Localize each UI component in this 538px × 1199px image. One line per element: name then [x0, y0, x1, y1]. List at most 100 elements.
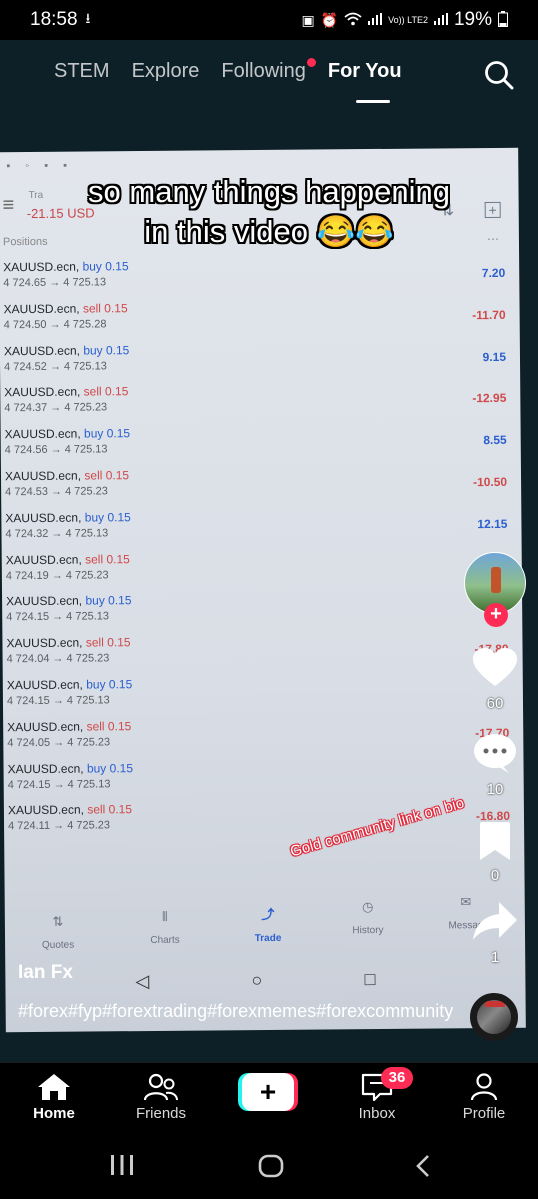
- inbox-badge: 36: [381, 1067, 413, 1089]
- trade-row: XAUUSD.ecn, buy 0.15 4 724.56 → 4 725.13 8…: [5, 423, 515, 469]
- trade-row: XAUUSD.ecn, buy 0.15 4 724.15 → 4 725.13: [6, 590, 516, 636]
- follow-button[interactable]: +: [484, 603, 508, 627]
- trade-profit: -12.95: [472, 391, 507, 406]
- alarm-icon: ⏰: [320, 11, 339, 28]
- trading-tab-charts: ⫴ Charts: [130, 909, 200, 947]
- trade-side: sell 0.15: [84, 468, 130, 483]
- trade-row: XAUUSD.ecn, sell 0.15 4 724.05 → 4 725.23…: [7, 716, 517, 762]
- trade-side: sell 0.15: [86, 718, 132, 734]
- trade-prices: 4 724.53 → 4 725.23: [5, 485, 108, 499]
- wifi-icon: [344, 12, 362, 29]
- quotes-icon: ⇅: [52, 913, 64, 929]
- home-circle-icon: ○: [251, 970, 263, 991]
- nav-inbox[interactable]: Inbox 36: [337, 1067, 417, 1122]
- charts-icon: ⫴: [162, 908, 168, 924]
- trade-prices: 4 724.32 → 4 725.13: [5, 527, 109, 541]
- trading-app-navbar: ◁ ○ □: [135, 969, 375, 992]
- action-rail: + 60 10 0 1: [464, 552, 526, 966]
- home-icon: [38, 1074, 70, 1100]
- trade-prices: 4 724.05 → 4 725.23: [7, 736, 111, 750]
- history-icon: ◷: [362, 899, 374, 915]
- recents-icon[interactable]: [110, 1154, 134, 1181]
- share-button[interactable]: 1: [464, 902, 526, 966]
- status-time: 18:58: [30, 9, 78, 30]
- trade-row: XAUUSD.ecn, sell 0.15 4 724.04 → 4 725.23…: [6, 632, 516, 678]
- trading-tab-quotes: ⇅ Quotes: [23, 913, 93, 951]
- trade-row: XAUUSD.ecn, buy 0.15 4 724.15 → 4 725.13: [7, 674, 517, 720]
- trade-side: buy 0.15: [86, 760, 134, 776]
- trade-prices: 4 724.52 → 4 725.13: [3, 359, 107, 373]
- download-icon: ⭳: [85, 10, 91, 26]
- network-label: Vo)) LTE2: [388, 14, 428, 25]
- trade-side: buy 0.15: [84, 509, 131, 525]
- creator-avatar[interactable]: +: [464, 552, 526, 627]
- recents-square-icon: □: [364, 969, 376, 990]
- trading-tab-trade: ⤴ Trade: [233, 904, 303, 945]
- trade-row: XAUUSD.ecn, sell 0.15 4 724.50 → 4 725.28…: [3, 298, 513, 344]
- trade-row: XAUUSD.ecn, sell 0.15 4 724.53 → 4 725.23…: [5, 465, 515, 511]
- trade-row: XAUUSD.ecn, buy 0.15 4 724.15 → 4 725.13: [7, 757, 517, 803]
- share-icon: [473, 902, 517, 940]
- trade-profit: 9.15: [482, 349, 507, 364]
- trade-icon: ⤴: [261, 906, 275, 923]
- bookmark-button[interactable]: 0: [464, 822, 526, 884]
- trade-profit: -10.50: [472, 474, 508, 490]
- tab-explore[interactable]: Explore: [132, 60, 200, 83]
- friends-icon: [144, 1073, 178, 1101]
- battery-percent: 19%: [453, 9, 492, 30]
- notification-dot: [306, 58, 316, 67]
- trade-prices: 4 724.37 → 4 725.23: [4, 401, 108, 415]
- system-nav-bar: [0, 1134, 538, 1199]
- creator-name[interactable]: Ian Fx: [18, 962, 73, 984]
- trade-profit: 12.15: [477, 516, 508, 531]
- lock-icon: ▣: [301, 11, 315, 28]
- trade-row: XAUUSD.ecn, sell 0.15 4 724.19 → 4 725.23: [6, 548, 516, 594]
- trade-side: buy 0.15: [83, 342, 130, 358]
- back-triangle-icon: ◁: [135, 970, 150, 992]
- like-button[interactable]: 60: [464, 648, 526, 712]
- tab-for-you[interactable]: For You: [328, 60, 402, 103]
- nav-friends[interactable]: Friends: [121, 1073, 201, 1122]
- video-caption: so many things happening in this video 😂…: [88, 174, 450, 249]
- trade-profit: 8.55: [483, 433, 507, 448]
- trade-prices: 4 724.04 → 4 725.23: [6, 652, 110, 666]
- trade-side: sell 0.15: [87, 802, 133, 817]
- create-button[interactable]: +: [238, 1073, 298, 1111]
- trade-side: buy 0.15: [82, 259, 129, 274]
- comment-icon: [474, 734, 516, 773]
- trade-prices: 4 724.15 → 4 725.13: [6, 610, 110, 624]
- trade-prices: 4 724.65 → 4 725.13: [3, 276, 107, 290]
- trade-row: XAUUSD.ecn, sell 0.15 4 724.37 → 4 725.23…: [4, 381, 514, 427]
- trade-row: XAUUSD.ecn, buy 0.15 4 724.65 → 4 725.13 7…: [3, 256, 513, 302]
- home-button-icon[interactable]: [258, 1154, 284, 1183]
- sound-disc[interactable]: [470, 993, 518, 1041]
- post-description[interactable]: #forex#fyp#forextrading#forexmemes#forex…: [18, 998, 458, 1024]
- trade-profit: 7.20: [481, 265, 506, 281]
- tab-stem[interactable]: STEM: [54, 60, 110, 83]
- back-icon[interactable]: [414, 1154, 432, 1183]
- trade-list: XAUUSD.ecn, buy 0.15 4 724.65 → 4 725.13 7…: [0, 148, 518, 832]
- app-status-icons: ▪ ◦ ▪ ▪: [6, 159, 74, 173]
- comment-button[interactable]: 10: [464, 734, 526, 798]
- trade-prices: 4 724.15 → 4 725.13: [6, 694, 110, 708]
- nav-home[interactable]: Home: [14, 1073, 94, 1122]
- video-player[interactable]: ▪ ◦ ▪ ▪ ≡ Tra -21.15 USD Positions ⇅ + ⋯…: [0, 40, 538, 1062]
- trading-app-screenshot: ▪ ◦ ▪ ▪ ≡ Tra -21.15 USD Positions ⇅ + ⋯…: [0, 147, 526, 1033]
- signal-icon-2: [433, 12, 448, 28]
- heart-icon: [473, 648, 517, 686]
- trade-side: buy 0.15: [85, 593, 132, 608]
- trade-row: XAUUSD.ecn, buy 0.15 4 724.52 → 4 725.13 9…: [4, 339, 514, 385]
- search-icon[interactable]: [484, 60, 514, 90]
- trade-side: buy 0.15: [83, 426, 131, 441]
- trade-side: sell 0.15: [85, 635, 131, 650]
- trade-profit: -11.70: [472, 307, 506, 322]
- trade-prices: 4 724.56 → 4 725.13: [4, 443, 108, 457]
- trade-symbol: XAUUSD.ecn, buy 0.15: [3, 259, 129, 275]
- like-count: 60: [486, 695, 504, 712]
- trade-prices: 4 724.15 → 4 725.13: [7, 777, 111, 791]
- trade-side: buy 0.15: [86, 677, 133, 692]
- nav-profile[interactable]: Profile: [444, 1073, 524, 1122]
- share-count: 1: [490, 949, 500, 966]
- trading-tab-history: ◷ History: [333, 899, 403, 937]
- tab-following[interactable]: Following: [221, 58, 316, 83]
